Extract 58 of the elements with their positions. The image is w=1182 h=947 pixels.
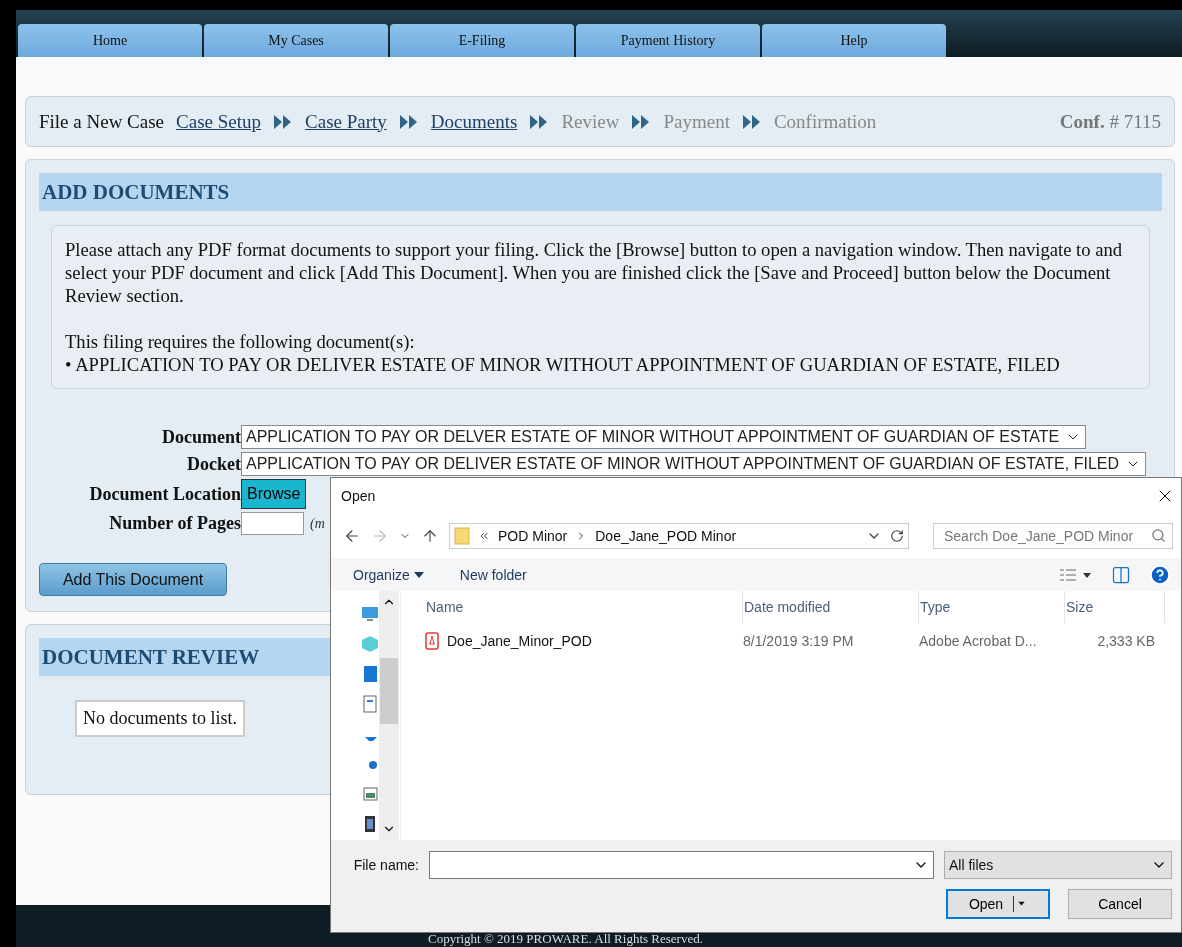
empty-message: No documents to list. (75, 700, 245, 737)
address-bar[interactable]: POD Minor Doe_Jane_POD Minor (449, 522, 909, 549)
field-label: Document (161, 426, 241, 448)
column-header[interactable]: Size (1065, 591, 1165, 623)
toolbar-button[interactable]: New folder (459, 566, 527, 583)
document-select[interactable]: APPLICATION TO PAY OR DELVER ESTATE OF MINOR WITHOUT APPOINTMENT OF GUARDIAN OF ESTATE (241, 425, 1087, 449)
search-field[interactable]: Search Doe_Jane_POD Minor (933, 522, 1173, 549)
breadcrumb-step[interactable]: Documents (430, 110, 518, 133)
required-document: • APPLICATION TO PAY OR DELIVER ESTATE OF MINOR WITHOUT APPOINTMENT OF GUARDIAN OF ESTATE, FILED (65, 353, 1061, 376)
double-arrow-icon (741, 113, 762, 130)
section-heading: ADD DOCUMENTS (39, 173, 1162, 211)
nav-tab[interactable]: Payment History (576, 24, 760, 57)
scrollbar[interactable] (379, 591, 399, 840)
scrollbar-thumb[interactable] (380, 657, 398, 724)
search-icon (1151, 528, 1166, 543)
browse-button[interactable]: Browse (241, 479, 307, 509)
pages-input[interactable] (241, 512, 304, 535)
column-header[interactable]: Name (425, 591, 743, 623)
breadcrumb-step[interactable]: Case Party (305, 110, 387, 133)
path-segment[interactable]: POD Minor (498, 527, 568, 544)
nav-tab[interactable]: E-Filing (390, 24, 574, 57)
file-type-select[interactable]: All files (944, 851, 1172, 879)
field-label: Document Location (88, 483, 241, 505)
breadcrumb-step: Confirmation (773, 110, 877, 133)
column-header[interactable]: Date modified (743, 591, 919, 623)
preview-pane-icon[interactable] (1111, 564, 1131, 585)
caret-icon (413, 571, 424, 578)
path-segment[interactable]: Doe_Jane_POD Minor (595, 527, 737, 544)
double-arrow-icon (398, 113, 419, 130)
breadcrumb-step: Review (561, 110, 620, 133)
dialog-title: Open (341, 487, 376, 504)
requirement-intro: This filing requires the following document(s): (65, 330, 416, 353)
cancel-button[interactable]: Cancel (1068, 889, 1172, 919)
field-label: Number of Pages (108, 513, 241, 534)
pdf-icon (425, 632, 439, 650)
document-icon[interactable] (361, 695, 379, 713)
open-button[interactable]: Open (946, 889, 1050, 919)
refresh-icon[interactable] (890, 528, 904, 543)
confirmation-number: Conf. # 7115 (1059, 110, 1161, 133)
pages-note: (m (310, 515, 325, 532)
file-name-label: File name: (353, 857, 419, 873)
field-label: Docket (186, 453, 241, 475)
view-options-icon[interactable] (1059, 567, 1093, 582)
file-name-field[interactable] (429, 851, 934, 879)
image-icon[interactable] (361, 785, 379, 803)
toolbar-button[interactable]: Organize (353, 566, 424, 583)
docket-select[interactable]: APPLICATION TO PAY OR DELIVER ESTATE OF MINOR WITHOUT APPOINTMENT OF GUARDIAN OF ESTATE, FILED (241, 452, 1146, 476)
copyright-text: Copyright © 2019 PROWARE. All Rights Reserved. (428, 932, 703, 947)
page-title: File a New Case (39, 110, 165, 133)
nav-tab[interactable]: Help (762, 24, 946, 57)
column-header[interactable]: Type (919, 591, 1065, 623)
instructions-text: Please attach any PDF format documents to support your filing. Click the [Browse] button to open a navigation window. Then navigate to and select your PDF document and click [Add This Document]. When you are finished click the [Save and Proceed] button below the Document Review section. (65, 238, 1124, 307)
nav-tab[interactable]: Home (18, 24, 202, 57)
breadcrumb-step: Payment (663, 110, 730, 133)
breadcrumb-step[interactable]: Case Setup (176, 110, 262, 133)
help-icon[interactable] (1149, 563, 1171, 586)
add-document-button[interactable]: Add This Document (39, 563, 227, 596)
nav-tab[interactable]: My Cases (204, 24, 388, 57)
